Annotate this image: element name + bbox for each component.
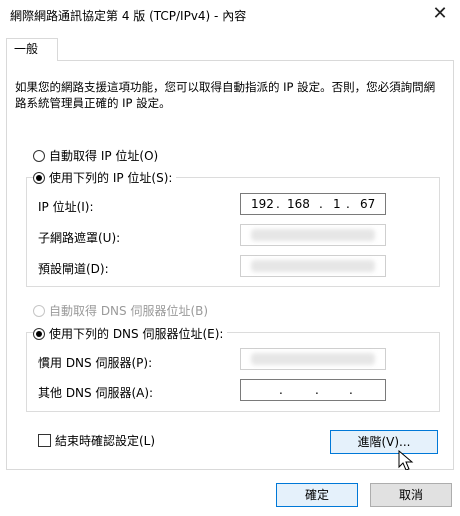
advanced-button[interactable]: 進階(V)... <box>330 430 438 454</box>
preferred-dns-label: 慣用 DNS 伺服器(P): <box>38 356 153 370</box>
subnet-mask-label: 子網路遮罩(U): <box>38 231 121 245</box>
preferred-dns-field[interactable] <box>240 348 386 370</box>
cancel-button[interactable]: 取消 <box>370 483 452 507</box>
manual-ip-radio[interactable] <box>33 172 45 184</box>
alternate-dns-label: 其他 DNS 伺服器(A): <box>38 386 154 400</box>
ip-octet-4: 67 <box>360 197 376 211</box>
validate-settings-checkbox[interactable] <box>38 434 51 447</box>
default-gateway-label: 預設閘道(D): <box>38 262 109 276</box>
title-bar: 網際網路通訊協定第 4 版 (TCP/IPv4) - 內容 ✕ <box>0 0 460 30</box>
ok-button[interactable]: 確定 <box>276 483 358 507</box>
ip-address-label: IP 位址(I): <box>38 200 94 214</box>
default-gateway-field[interactable] <box>240 255 386 277</box>
manual-ip-option[interactable]: 使用下列的 IP 位址(S): <box>33 169 177 186</box>
manual-dns-option[interactable]: 使用下列的 DNS 伺服器位址(E): <box>33 325 228 342</box>
ip-address-field[interactable]: 192 . 168 . 1 . 67 <box>240 193 386 215</box>
alternate-dns-field[interactable]: . . . <box>240 379 386 401</box>
ip-octet-2: 168 <box>287 197 310 211</box>
validate-settings-label: 結束時確認設定(L) <box>55 434 156 448</box>
dialog-button-bar: 確定 取消 <box>0 470 460 516</box>
auto-ip-radio[interactable] <box>33 150 45 162</box>
close-icon: ✕ <box>432 3 448 24</box>
auto-ip-option[interactable]: 自動取得 IP 位址(O) <box>33 147 158 164</box>
ip-octet-3: 1 <box>333 197 341 211</box>
ip-octet-1: 192 <box>251 197 274 211</box>
close-button[interactable]: ✕ <box>420 0 460 30</box>
tab-general[interactable]: 一般 <box>6 38 58 61</box>
auto-ip-label: 自動取得 IP 位址(O) <box>49 149 159 163</box>
manual-dns-label: 使用下列的 DNS 伺服器位址(E): <box>49 327 224 341</box>
description-text: 如果您的網路支援這項功能，您可以取得自動指派的 IP 設定。否則，您必須詢問網路… <box>15 80 436 110</box>
mouse-pointer-icon <box>398 450 414 471</box>
auto-dns-radio[interactable] <box>33 305 45 317</box>
auto-dns-label: 自動取得 DNS 伺服器位址(B) <box>49 304 209 318</box>
window-title: 網際網路通訊協定第 4 版 (TCP/IPv4) - 內容 <box>10 9 247 23</box>
validate-settings-option[interactable]: 結束時確認設定(L) <box>38 432 155 449</box>
auto-dns-option[interactable]: 自動取得 DNS 伺服器位址(B) <box>33 302 208 319</box>
subnet-mask-field[interactable] <box>240 224 386 246</box>
manual-ip-label: 使用下列的 IP 位址(S): <box>49 171 173 185</box>
manual-dns-radio[interactable] <box>33 328 45 340</box>
